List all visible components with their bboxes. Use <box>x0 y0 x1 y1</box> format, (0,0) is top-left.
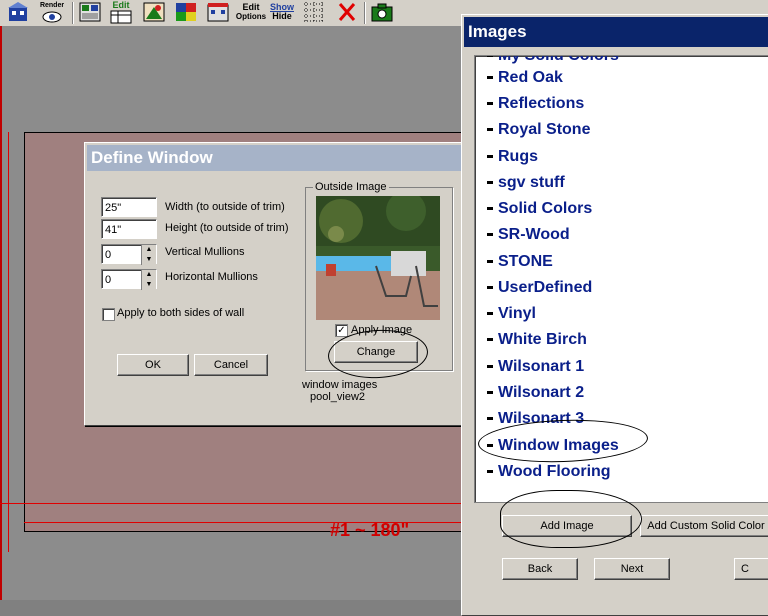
grid-icon <box>304 2 324 22</box>
list-item-partial[interactable]: My Solid Colors <box>487 56 619 65</box>
define-window-titlebar[interactable]: Define Window <box>87 145 473 171</box>
list-item[interactable]: sgv stuff <box>487 174 565 192</box>
cancel-button[interactable]: Cancel <box>194 354 268 376</box>
building-button[interactable] <box>204 0 232 24</box>
camera-button[interactable] <box>368 0 396 24</box>
images-title: Images <box>468 22 527 41</box>
image-folder-text: window images <box>302 379 378 391</box>
list-item[interactable]: Wilsonart 1 <box>487 358 584 376</box>
apply-both-sides-label: Apply to both sides of wall <box>117 307 245 319</box>
grid-button[interactable] <box>300 0 328 24</box>
next-button[interactable]: Next <box>594 558 670 580</box>
cancel-button-partial[interactable]: C <box>734 558 768 580</box>
vertical-mullions-spinner[interactable]: ▲ ▼ <box>141 245 156 265</box>
materials-icon <box>176 3 196 21</box>
apply-image-checkbox[interactable]: ✓ <box>335 324 348 337</box>
define-window-dialog: Define Window 25" Width (to outside of t… <box>84 142 476 426</box>
width-field[interactable]: 25" <box>101 197 157 217</box>
annotation-circle-add-image <box>500 490 642 548</box>
edit-options-line1: Edit <box>242 2 260 12</box>
list-item[interactable]: Vinyl <box>487 305 536 323</box>
horizontal-mullions-field[interactable]: 0 ▲ ▼ <box>101 269 157 290</box>
edit-options-line2: Options <box>235 12 267 21</box>
dimension-line-top <box>0 503 480 504</box>
dimension-line-vertical <box>8 132 9 552</box>
ok-button[interactable]: OK <box>117 354 189 376</box>
hide-label: Hide <box>272 11 292 21</box>
list-item[interactable]: White Birch <box>487 331 587 349</box>
edit-grid-icon <box>110 10 132 23</box>
apply-both-sides-checkbox[interactable] <box>102 308 115 321</box>
horizontal-mullions-value: 0 <box>105 274 112 286</box>
list-item[interactable]: Wood Flooring <box>487 463 611 481</box>
vertical-mullions-label: Vertical Mullions <box>165 246 245 258</box>
materials-button[interactable] <box>172 0 200 24</box>
add-custom-solid-color-button[interactable]: Add Custom Solid Color <box>640 515 768 537</box>
image-name-text: pool_view2 <box>310 391 366 403</box>
house-icon-button[interactable] <box>4 0 32 24</box>
outside-image-label: Outside Image <box>313 181 389 193</box>
images-titlebar[interactable]: Images <box>464 17 768 47</box>
texture-icon <box>143 2 165 22</box>
width-label: Width (to outside of trim) <box>165 201 285 213</box>
eye-icon <box>42 11 62 22</box>
vertical-mullions-field[interactable]: 0 ▲ ▼ <box>101 244 157 265</box>
horizontal-mullions-label: Horizontal Mullions <box>165 271 258 283</box>
show-hide-button[interactable]: Show Hide <box>268 0 296 24</box>
list-item[interactable]: Reflections <box>487 95 584 113</box>
render-label: Render <box>39 1 65 9</box>
edit-button[interactable]: Edit <box>106 0 136 24</box>
dimension-label: #1 ~ 180" <box>330 520 410 540</box>
list-item[interactable]: Solid Colors <box>487 200 592 218</box>
height-label: Height (to outside of trim) <box>165 222 289 234</box>
edit-label: Edit <box>112 0 130 10</box>
list-item[interactable]: Red Oak <box>487 69 563 87</box>
vertical-mullions-value: 0 <box>105 249 112 261</box>
close-x-icon <box>338 3 356 21</box>
list-item[interactable]: Rugs <box>487 148 538 166</box>
render-button[interactable]: Render <box>36 0 68 24</box>
floorplan-button[interactable] <box>76 0 104 24</box>
delete-button[interactable] <box>334 0 360 24</box>
house-icon <box>8 2 28 21</box>
height-field[interactable]: 41" <box>101 219 157 239</box>
outside-image-preview <box>316 196 440 320</box>
dimension-line-bottom <box>24 522 484 523</box>
camera-icon <box>371 3 393 22</box>
list-item[interactable]: SR-Wood <box>487 226 570 244</box>
back-button[interactable]: Back <box>502 558 578 580</box>
define-window-title: Define Window <box>91 148 213 167</box>
edit-options-button[interactable]: Edit Options <box>236 0 266 24</box>
list-item[interactable]: Wilsonart 2 <box>487 384 584 402</box>
canvas-left-edge-line <box>0 26 2 600</box>
floorplan-icon <box>79 2 101 22</box>
list-item[interactable]: UserDefined <box>487 279 592 297</box>
list-item[interactable]: STONE <box>487 253 553 271</box>
horizontal-mullions-spinner[interactable]: ▲ ▼ <box>141 270 156 290</box>
list-item[interactable]: Royal Stone <box>487 121 590 139</box>
texture-button[interactable] <box>140 0 168 24</box>
building-icon <box>207 3 229 22</box>
